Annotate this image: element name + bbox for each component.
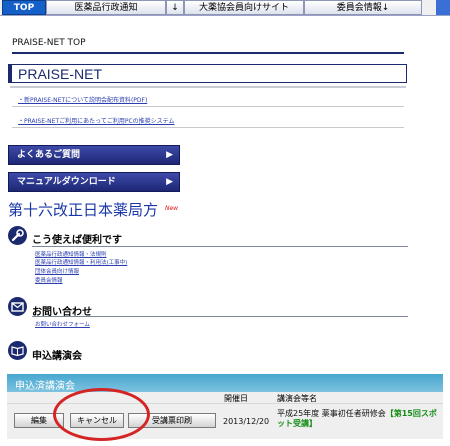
pc-env-link[interactable]: ・PRAISE-NETご利用にあたってご利用PCの推奨システム [18,116,174,125]
banner-shadow [10,86,406,88]
divider [12,106,404,107]
manual-download-button[interactable]: マニュアルダウンロード ▶ [8,172,180,192]
wrench-icon [8,226,27,245]
contact-form-link[interactable]: お問い合わせフォーム [35,320,90,328]
faq-label: よくあるご質問 [17,150,81,160]
admin-notice-usage-link[interactable]: 医薬品行政通知情報・利用法(工事中) [35,258,127,266]
praise-net-banner: PRAISE-NET [8,64,407,83]
tab-committee-info[interactable]: 委員会情報↓ [304,0,422,15]
useful-section-title: こう使えば便利です [32,235,122,246]
page-title: PRAISE-NET TOP [12,38,86,48]
section-divider [32,316,408,317]
heading-divider [12,52,404,54]
applied-lectures-header: 申込済講演会 [7,374,443,392]
section-divider [32,246,408,247]
divider [12,127,404,128]
lecture-title: 平成25年度 薬事初任者研修会 [277,409,386,418]
committee-info-link[interactable]: 委員会情報 [35,276,63,284]
new-badge: New [165,205,179,212]
banner-title: PRAISE-NET [18,66,103,82]
play-arrow-icon: ▶ [166,150,173,160]
highlight-oval [53,388,150,441]
apply-section-title: 申込講演会 [32,351,82,362]
lecture-name: 平成25年度 薬事初任者研修会【第15回スポット受講】 [277,409,437,429]
faq-button[interactable]: よくあるご質問 ▶ [8,145,180,165]
group-member-info-link[interactable]: 団体会員向け情報 [35,267,79,275]
tab-admin-notices[interactable]: 医薬品行政通知 [46,0,166,15]
tab-member-site[interactable]: 大薬協会員向けサイト [184,0,304,15]
nav-edge [436,0,450,15]
tab-dropdown-arrow[interactable]: ↓ [166,0,184,15]
lecture-date: 2013/12/20 [223,417,270,426]
applied-lectures-title: 申込済講演会 [15,381,75,392]
pharmacopoeia-link[interactable]: 第十六改正日本薬局方 [8,199,158,220]
play-arrow-icon: ▶ [166,177,173,187]
tab-top[interactable]: TOP [2,0,46,15]
admin-notice-law-link[interactable]: 医薬品行政通知情報・法規則 [35,250,107,258]
manual-label: マニュアルダウンロード [17,177,116,187]
book-icon [8,341,27,360]
pdf-notice-link[interactable]: ・新PRAISE-NETについて説明会配布資料(PDF) [18,95,147,104]
top-nav: TOP 医薬品行政通知 ↓ 大薬協会員向けサイト 委員会情報↓ [0,0,450,16]
mail-icon [8,297,27,316]
